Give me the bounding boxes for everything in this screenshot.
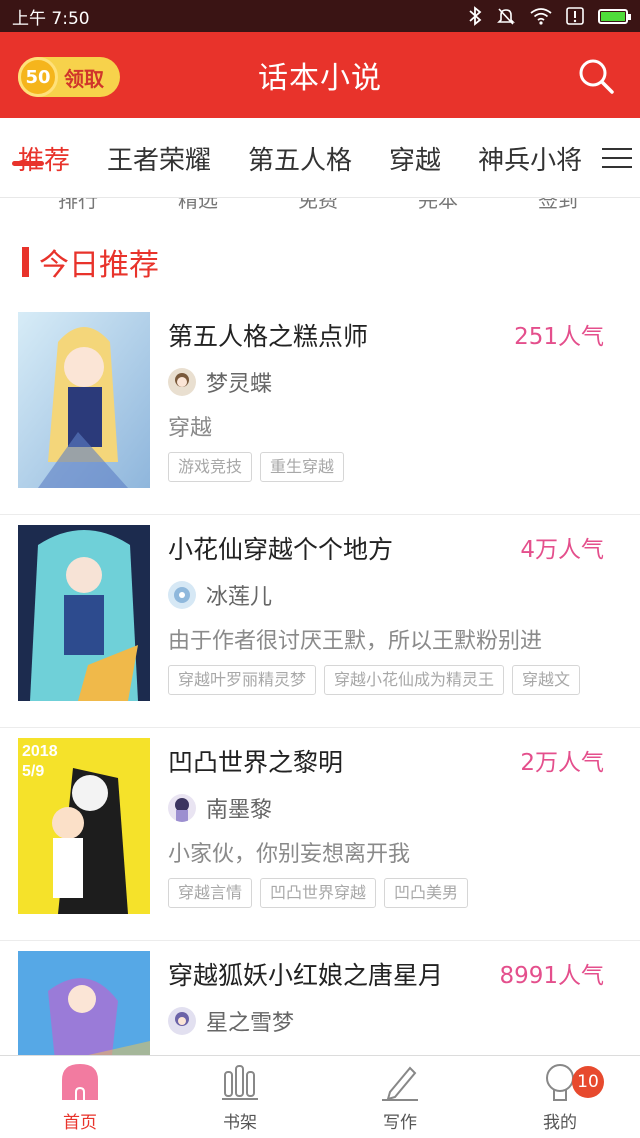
book-tag[interactable]: 穿越叶罗丽精灵梦 xyxy=(168,665,317,695)
book-tags: 穿越言情 凹凸世界穿越 凹凸美男 xyxy=(168,878,469,908)
book-item[interactable]: 小花仙穿越个个地方 4万人气 冰莲儿 由于作者很讨厌王默，所以王默粉别进 穿越叶… xyxy=(0,515,640,728)
tab-recommend[interactable]: 推荐 xyxy=(18,140,70,177)
tab-shenbing[interactable]: 神兵小将 xyxy=(478,140,582,177)
section-accent-bar xyxy=(22,247,29,277)
book-author: 南墨黎 xyxy=(206,798,273,823)
tab-identity-v[interactable]: 第五人格 xyxy=(248,140,352,177)
book-title[interactable]: 穿越狐妖小红娘之唐星月 xyxy=(168,956,443,992)
coin-icon: 50 xyxy=(18,57,58,97)
active-tab-indicator xyxy=(12,161,44,166)
quick-entry-complete[interactable]: 完本 xyxy=(418,198,458,210)
bottom-nav: 首页 书架 写作 我的 10 xyxy=(0,1055,640,1138)
status-time: 上午 7:50 xyxy=(12,8,90,29)
claim-label: 领取 xyxy=(64,66,104,91)
section-title: 今日推荐 xyxy=(39,248,159,283)
book-author: 冰莲儿 xyxy=(206,585,273,610)
book-title[interactable]: 小花仙穿越个个地方 xyxy=(168,530,393,566)
coin-value: 50 xyxy=(25,66,51,88)
book-description: 小家伙，你别妄想离开我 xyxy=(168,842,411,867)
app-title: 话本小说 xyxy=(258,61,382,96)
book-description: 穿越 xyxy=(168,416,213,441)
book-tag[interactable]: 凹凸世界穿越 xyxy=(260,878,377,908)
book-popularity: 251人气 xyxy=(514,324,604,350)
quick-entry-strip: 排行 精选 免费 完本 签到 xyxy=(0,198,640,210)
search-icon[interactable] xyxy=(576,56,616,96)
nav-profile[interactable]: 我的 10 xyxy=(480,1056,640,1138)
nav-home-label: 首页 xyxy=(63,1112,97,1133)
book-author: 梦灵蝶 xyxy=(206,372,273,397)
book-title[interactable]: 凹凸世界之黎明 xyxy=(168,743,343,779)
book-tag[interactable]: 穿越文 xyxy=(512,665,581,695)
book-tags: 游戏竞技 重生穿越 xyxy=(168,452,345,482)
status-bar: 上午 7:50 xyxy=(0,0,640,32)
section-header: 今日推荐 xyxy=(22,240,159,284)
app-header: 50 领取 话本小说 xyxy=(0,32,640,118)
book-tag[interactable]: 穿越言情 xyxy=(168,878,253,908)
book-popularity: 4万人气 xyxy=(520,537,604,563)
book-cover-image[interactable] xyxy=(18,312,150,488)
claim-coins-button[interactable]: 50 领取 xyxy=(18,57,120,97)
book-list: 第五人格之糕点师 251人气 梦灵蝶 穿越 游戏竞技 重生穿越 小花仙穿越个个地… xyxy=(0,302,640,1055)
author-avatar xyxy=(168,368,196,396)
quick-entry-ranking[interactable]: 排行 xyxy=(58,198,98,210)
book-author: 星之雪梦 xyxy=(206,1011,295,1036)
book-cover-image[interactable]: 2018 5/9 xyxy=(18,738,150,914)
book-tags: 穿越叶罗丽精灵梦 穿越小花仙成为精灵王 穿越文 xyxy=(168,665,581,695)
nav-bookshelf-label: 书架 xyxy=(223,1112,257,1133)
book-tag[interactable]: 游戏竞技 xyxy=(168,452,253,482)
nav-write[interactable]: 写作 xyxy=(320,1056,480,1138)
book-cover-image[interactable] xyxy=(18,951,150,1055)
quick-entry-checkin[interactable]: 签到 xyxy=(538,198,578,210)
book-popularity: 2万人气 xyxy=(520,750,604,776)
bluetooth-icon xyxy=(469,6,482,26)
quick-entry-selected[interactable]: 精选 xyxy=(178,198,218,210)
author-avatar xyxy=(168,794,196,822)
nav-profile-label: 我的 xyxy=(543,1112,577,1133)
category-tab-bar: 推荐 王者荣耀 第五人格 穿越 神兵小将 xyxy=(0,118,640,198)
category-menu-icon[interactable] xyxy=(594,118,640,197)
book-cover-image[interactable] xyxy=(18,525,150,701)
content-scroll[interactable]: 今日推荐 第五人格之糕点师 251人气 梦灵蝶 穿越 游戏竞技 重生穿越 小花仙… xyxy=(0,210,640,1055)
quick-entry-free[interactable]: 免费 xyxy=(298,198,338,210)
book-author-row[interactable]: 星之雪梦 xyxy=(168,1005,294,1037)
wifi-icon xyxy=(530,8,552,25)
book-item[interactable]: 第五人格之糕点师 251人气 梦灵蝶 穿越 游戏竞技 重生穿越 xyxy=(0,302,640,515)
battery-icon xyxy=(598,8,631,24)
book-tag[interactable]: 穿越小花仙成为精灵王 xyxy=(324,665,505,695)
book-author-row[interactable]: 南墨黎 xyxy=(168,792,272,824)
nav-bookshelf[interactable]: 书架 xyxy=(160,1056,320,1138)
mute-bell-icon xyxy=(497,8,515,25)
book-title[interactable]: 第五人格之糕点师 xyxy=(168,317,368,353)
bookshelf-icon xyxy=(222,1064,258,1100)
cover-text-year: 2018 xyxy=(22,743,58,760)
nav-home[interactable]: 首页 xyxy=(0,1056,160,1138)
author-avatar xyxy=(168,581,196,609)
notification-badge: 10 xyxy=(572,1066,604,1098)
book-item[interactable]: 2018 5/9 凹凸世界之黎明 2万人气 南墨黎 小家伙，你别妄想离开我 穿越… xyxy=(0,728,640,941)
book-author-row[interactable]: 冰莲儿 xyxy=(168,579,272,611)
alert-icon xyxy=(566,7,584,25)
tab-honor-of-kings[interactable]: 王者荣耀 xyxy=(107,140,211,177)
author-avatar xyxy=(168,1007,196,1035)
book-item[interactable]: 穿越狐妖小红娘之唐星月 8991人气 星之雪梦 xyxy=(0,941,640,1055)
book-author-row[interactable]: 梦灵蝶 xyxy=(168,366,272,398)
pencil-icon xyxy=(382,1066,418,1101)
book-tag[interactable]: 凹凸美男 xyxy=(384,878,469,908)
book-description: 由于作者很讨厌王默，所以王默粉别进 xyxy=(168,629,543,654)
nav-write-label: 写作 xyxy=(383,1112,417,1133)
home-icon xyxy=(62,1063,98,1100)
book-tag[interactable]: 重生穿越 xyxy=(260,452,345,482)
cover-text-date: 5/9 xyxy=(22,763,44,780)
status-icons xyxy=(468,6,631,26)
book-popularity: 8991人气 xyxy=(499,963,604,989)
tab-time-travel[interactable]: 穿越 xyxy=(389,140,441,177)
